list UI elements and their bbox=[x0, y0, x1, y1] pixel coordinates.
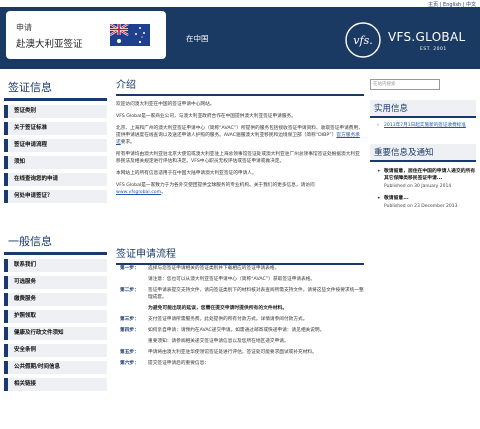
intro-p2: VFS Global是一家商业公司，与澳大利亚政府合作在中国提供澳大利亚签证申请… bbox=[116, 114, 296, 119]
sidebar-item-passport[interactable]: 护照领取 bbox=[4, 310, 107, 323]
sidebar-item-holidays[interactable]: 公共假期/时间信息 bbox=[4, 361, 107, 374]
news-item-title[interactable]: 敬请留意... bbox=[384, 195, 476, 202]
sidebar-item-where[interactable]: 何处申请签证？ bbox=[4, 190, 107, 203]
step-2: 第二步： 签证申请表提交支持文件，请向签证类别下的材料核对表查阅所需支持文件。请将… bbox=[120, 288, 364, 300]
sidebar-item-fees[interactable]: 缴费服务 bbox=[4, 293, 107, 306]
process-note: 为避免可能出现的延误，您需在提交申请时提供所有的文件材料。 bbox=[148, 306, 288, 311]
sidebar-item-track[interactable]: 在线查询您的申请 bbox=[4, 173, 107, 186]
sidebar-item-standards[interactable]: 关于签证标准 bbox=[4, 122, 107, 135]
useful-info-title: 实用信息 bbox=[370, 100, 476, 118]
sidebar-general-info: 一般信息 联系我们 可选服务 缴费服务 护照领取 健康及行政文件须知 安全条例 … bbox=[4, 230, 107, 395]
country-label: 在中国 bbox=[186, 34, 209, 43]
step-5: 第五步： 申请将由澳大利亚驻华使领馆签证处进行评估，签证处可能要求面试或补充材料。 bbox=[120, 350, 317, 355]
intro-title: 介绍 bbox=[116, 76, 364, 96]
intro-p4: 所有申请均由澳大利亚驻北京大使馆或澳大利亚驻上海总领事馆签证处或澳大利亚驻广州总… bbox=[116, 152, 360, 164]
sidebar-title-visa: 签证信息 bbox=[4, 76, 107, 101]
process-title: 签证申请流程 bbox=[116, 245, 364, 265]
news-item-title[interactable]: 敬请留意，居住在中国的申请人递交的所有其它保障类移民签证申请... bbox=[384, 168, 476, 182]
sidebar-item-contact[interactable]: 联系我们 bbox=[4, 259, 107, 272]
sidebar-visa-info: 签证信息 签证类别 关于签证标准 签证申请流程 须知 在线查询您的申请 何处申请… bbox=[4, 76, 107, 207]
step-4: 第四步： 如何亲自申请：请预约在AVAC递交申请。如需通过邮寄或快递申请：请见相关… bbox=[120, 328, 325, 333]
vfs-mark: vfs. bbox=[353, 34, 372, 47]
news-item-date: Published on 23 December 2013 bbox=[384, 203, 458, 209]
sidebar-item-process[interactable]: 签证申请流程 bbox=[4, 139, 107, 152]
intro-p6: VFS Global是一家致力于为各外交使团提供全球服务的专业机构。关于我们的更… bbox=[116, 183, 315, 195]
news-item[interactable]: 敬请留意，居住在中国的申请人递交的所有其它保障类移民签证申请... Publis… bbox=[377, 168, 476, 189]
step-6: 第六步： 提交签证申请后的重要信息： bbox=[120, 361, 209, 366]
sidebar-item-links[interactable]: 相关链接 bbox=[4, 378, 107, 391]
news-item-date: Published on 30 January 2014 bbox=[384, 183, 452, 189]
brand-name: VFS.GLOBAL bbox=[388, 30, 466, 44]
step-3: 第三步： 支付签证申请所需服务费。此处提供的所有付款方式。详情请参阅付款方式。 bbox=[120, 317, 308, 322]
sidebar-item-security[interactable]: 安全条例 bbox=[4, 344, 107, 357]
brand-est: EST. 2001 bbox=[420, 47, 447, 52]
sidebar-item-visa-types[interactable]: 签证类别 bbox=[4, 105, 107, 118]
news-item[interactable]: 敬请留意... Published on 23 December 2013 bbox=[377, 195, 476, 209]
useful-link-fees[interactable]: 2013年7月1日起实施新的签证收费标准 bbox=[377, 123, 476, 130]
intro-p3: 北京、上海和广州的澳大利亚签证申请中心（简称“AVAC”）所提供的服务包括接收签… bbox=[116, 126, 363, 145]
search-input[interactable]: 在站内搜索 bbox=[370, 79, 440, 90]
vfs-logo[interactable]: vfs. VFS.GLOBAL EST. 2001 bbox=[344, 17, 468, 61]
intro-p1: 欢迎访问澳大利亚在中国的签证申请中心网站。 bbox=[116, 102, 215, 107]
step-1-note: 请注意：您也可以从澳大利亚签证申请中心（简称“AVAC”）获取签证申请表格。 bbox=[148, 277, 316, 282]
sidebar-title-general: 一般信息 bbox=[4, 230, 107, 255]
intro-section: 介绍 欢迎访问澳大利亚在中国的签证申请中心网站。 VFS Global是一家商业… bbox=[116, 76, 364, 196]
sidebar-item-notice[interactable]: 须知 bbox=[4, 156, 107, 169]
right-column: 在站内搜索 实用信息 2013年7月1日起实施新的签证收费标准 重要信息及通知 … bbox=[370, 79, 476, 209]
process-steps: 第一步： 选择与您签证申请相关的签证类别并下载相应的签证申请表格。 请注意：您也可… bbox=[116, 265, 364, 371]
step-1: 第一步： 选择与您签证申请相关的签证类别并下载相应的签证申请表格。 bbox=[120, 266, 280, 271]
news-title: 重要信息及通知 bbox=[370, 143, 476, 162]
sidebar-item-health[interactable]: 健康及行政文件须知 bbox=[4, 327, 107, 340]
apply-title: 申请 bbox=[16, 23, 32, 32]
apply-subtitle: 赴澳大利亚签证 bbox=[16, 39, 83, 50]
intro-p5: 本网站上的所有信息适用于在中国大陆申请澳大利亚签证的申请人。 bbox=[116, 171, 257, 176]
vfs-site-link[interactable]: www.vfsglobal.com bbox=[116, 190, 161, 195]
australia-flag-icon bbox=[110, 24, 150, 46]
sidebar-item-optional[interactable]: 可选服务 bbox=[4, 276, 107, 289]
vfs-circle-icon: vfs. bbox=[345, 22, 381, 58]
step-4-important: 重要须知：请参阅相关递交签证申请信息以及您所在地区递交申请。 bbox=[148, 339, 289, 344]
